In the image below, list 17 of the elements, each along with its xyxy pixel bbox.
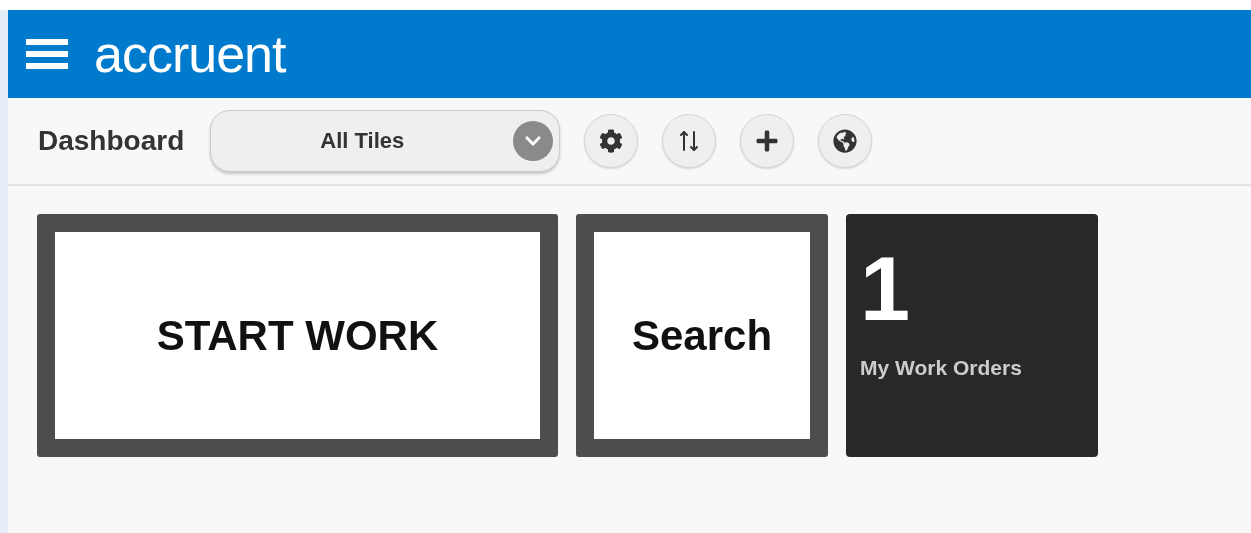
sort-button[interactable]: [662, 114, 717, 168]
plus-icon: [755, 129, 780, 153]
action-tile[interactable]: START WORK: [37, 214, 558, 457]
chevron-down-icon: [513, 121, 554, 161]
page-title: Dashboard: [38, 125, 185, 157]
menu-icon[interactable]: [26, 37, 68, 71]
add-button[interactable]: [740, 114, 795, 168]
settings-icon: [599, 129, 624, 153]
tile-label: My Work Orders: [860, 356, 1023, 380]
globe-button[interactable]: [818, 114, 873, 168]
settings-button[interactable]: [584, 114, 639, 168]
count-tile[interactable]: 1 My Work Orders: [846, 214, 1098, 457]
logo: accruent: [94, 28, 286, 80]
tile-count: 1: [860, 244, 912, 334]
tile-filter-dropdown[interactable]: All Tiles: [210, 110, 561, 172]
globe-icon: [833, 129, 858, 153]
action-tile[interactable]: Search: [576, 214, 828, 457]
